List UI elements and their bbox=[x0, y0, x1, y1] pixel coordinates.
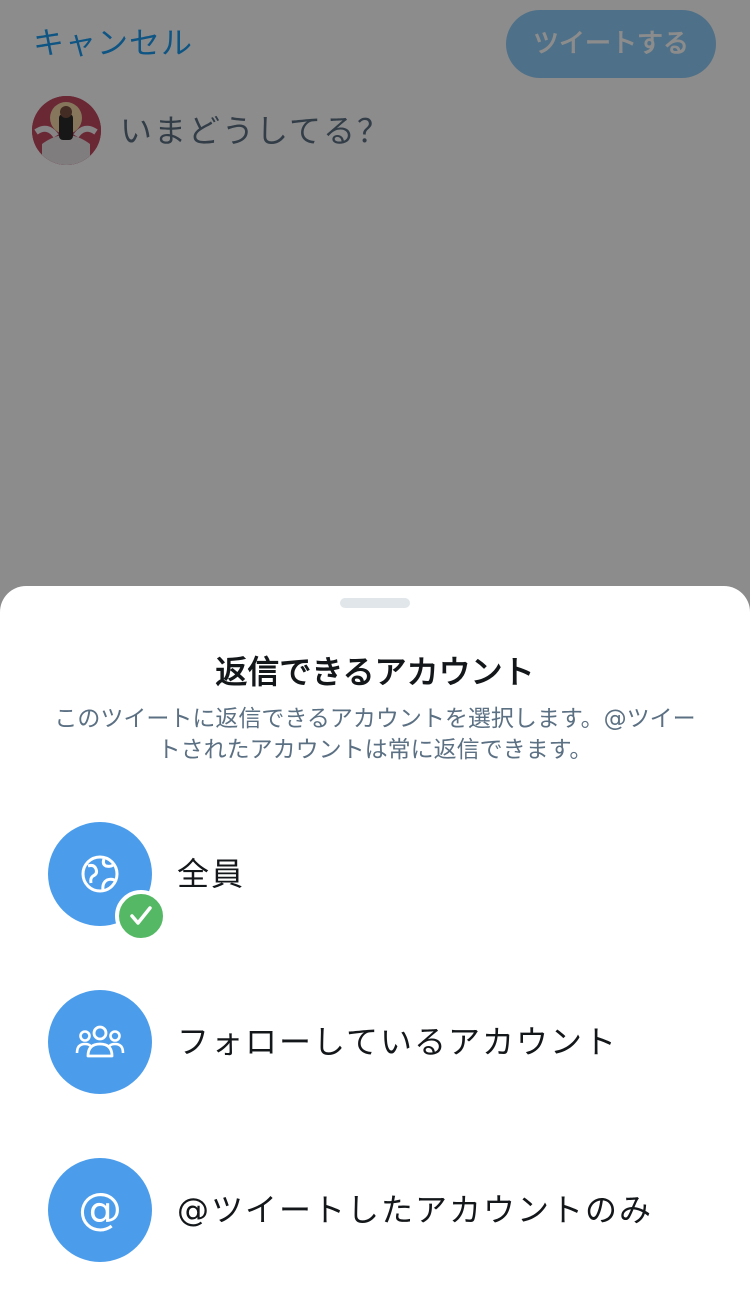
checkmark-icon bbox=[130, 906, 152, 925]
option-following[interactable]: フォローしているアカウント bbox=[0, 990, 750, 1094]
at-sign-icon: @ bbox=[78, 1184, 122, 1235]
option-label: フォローしているアカウント bbox=[177, 1023, 619, 1061]
option-label: @ツイートしたアカウントのみ bbox=[177, 1191, 654, 1229]
sheet-description: このツイートに返信できるアカウントを選択します。@ツイートされたアカウントは常に… bbox=[54, 706, 696, 763]
people-icon bbox=[75, 1025, 125, 1058]
sheet-title: 返信できるアカウント bbox=[215, 653, 535, 691]
option-icon-circle: @ bbox=[48, 1158, 152, 1262]
option-mentioned-only[interactable]: @ @ツイートしたアカウントのみ bbox=[0, 1158, 750, 1262]
globe-icon bbox=[81, 855, 119, 893]
selected-check-badge bbox=[115, 890, 167, 942]
option-everyone[interactable]: 全員 bbox=[0, 822, 750, 942]
option-label: 全員 bbox=[177, 855, 246, 893]
sheet-drag-handle[interactable] bbox=[340, 598, 410, 608]
reply-settings-sheet: 返信できるアカウント このツイートに返信できるアカウントを選択します。@ツイート… bbox=[0, 586, 750, 1294]
option-icon-circle bbox=[48, 990, 152, 1094]
